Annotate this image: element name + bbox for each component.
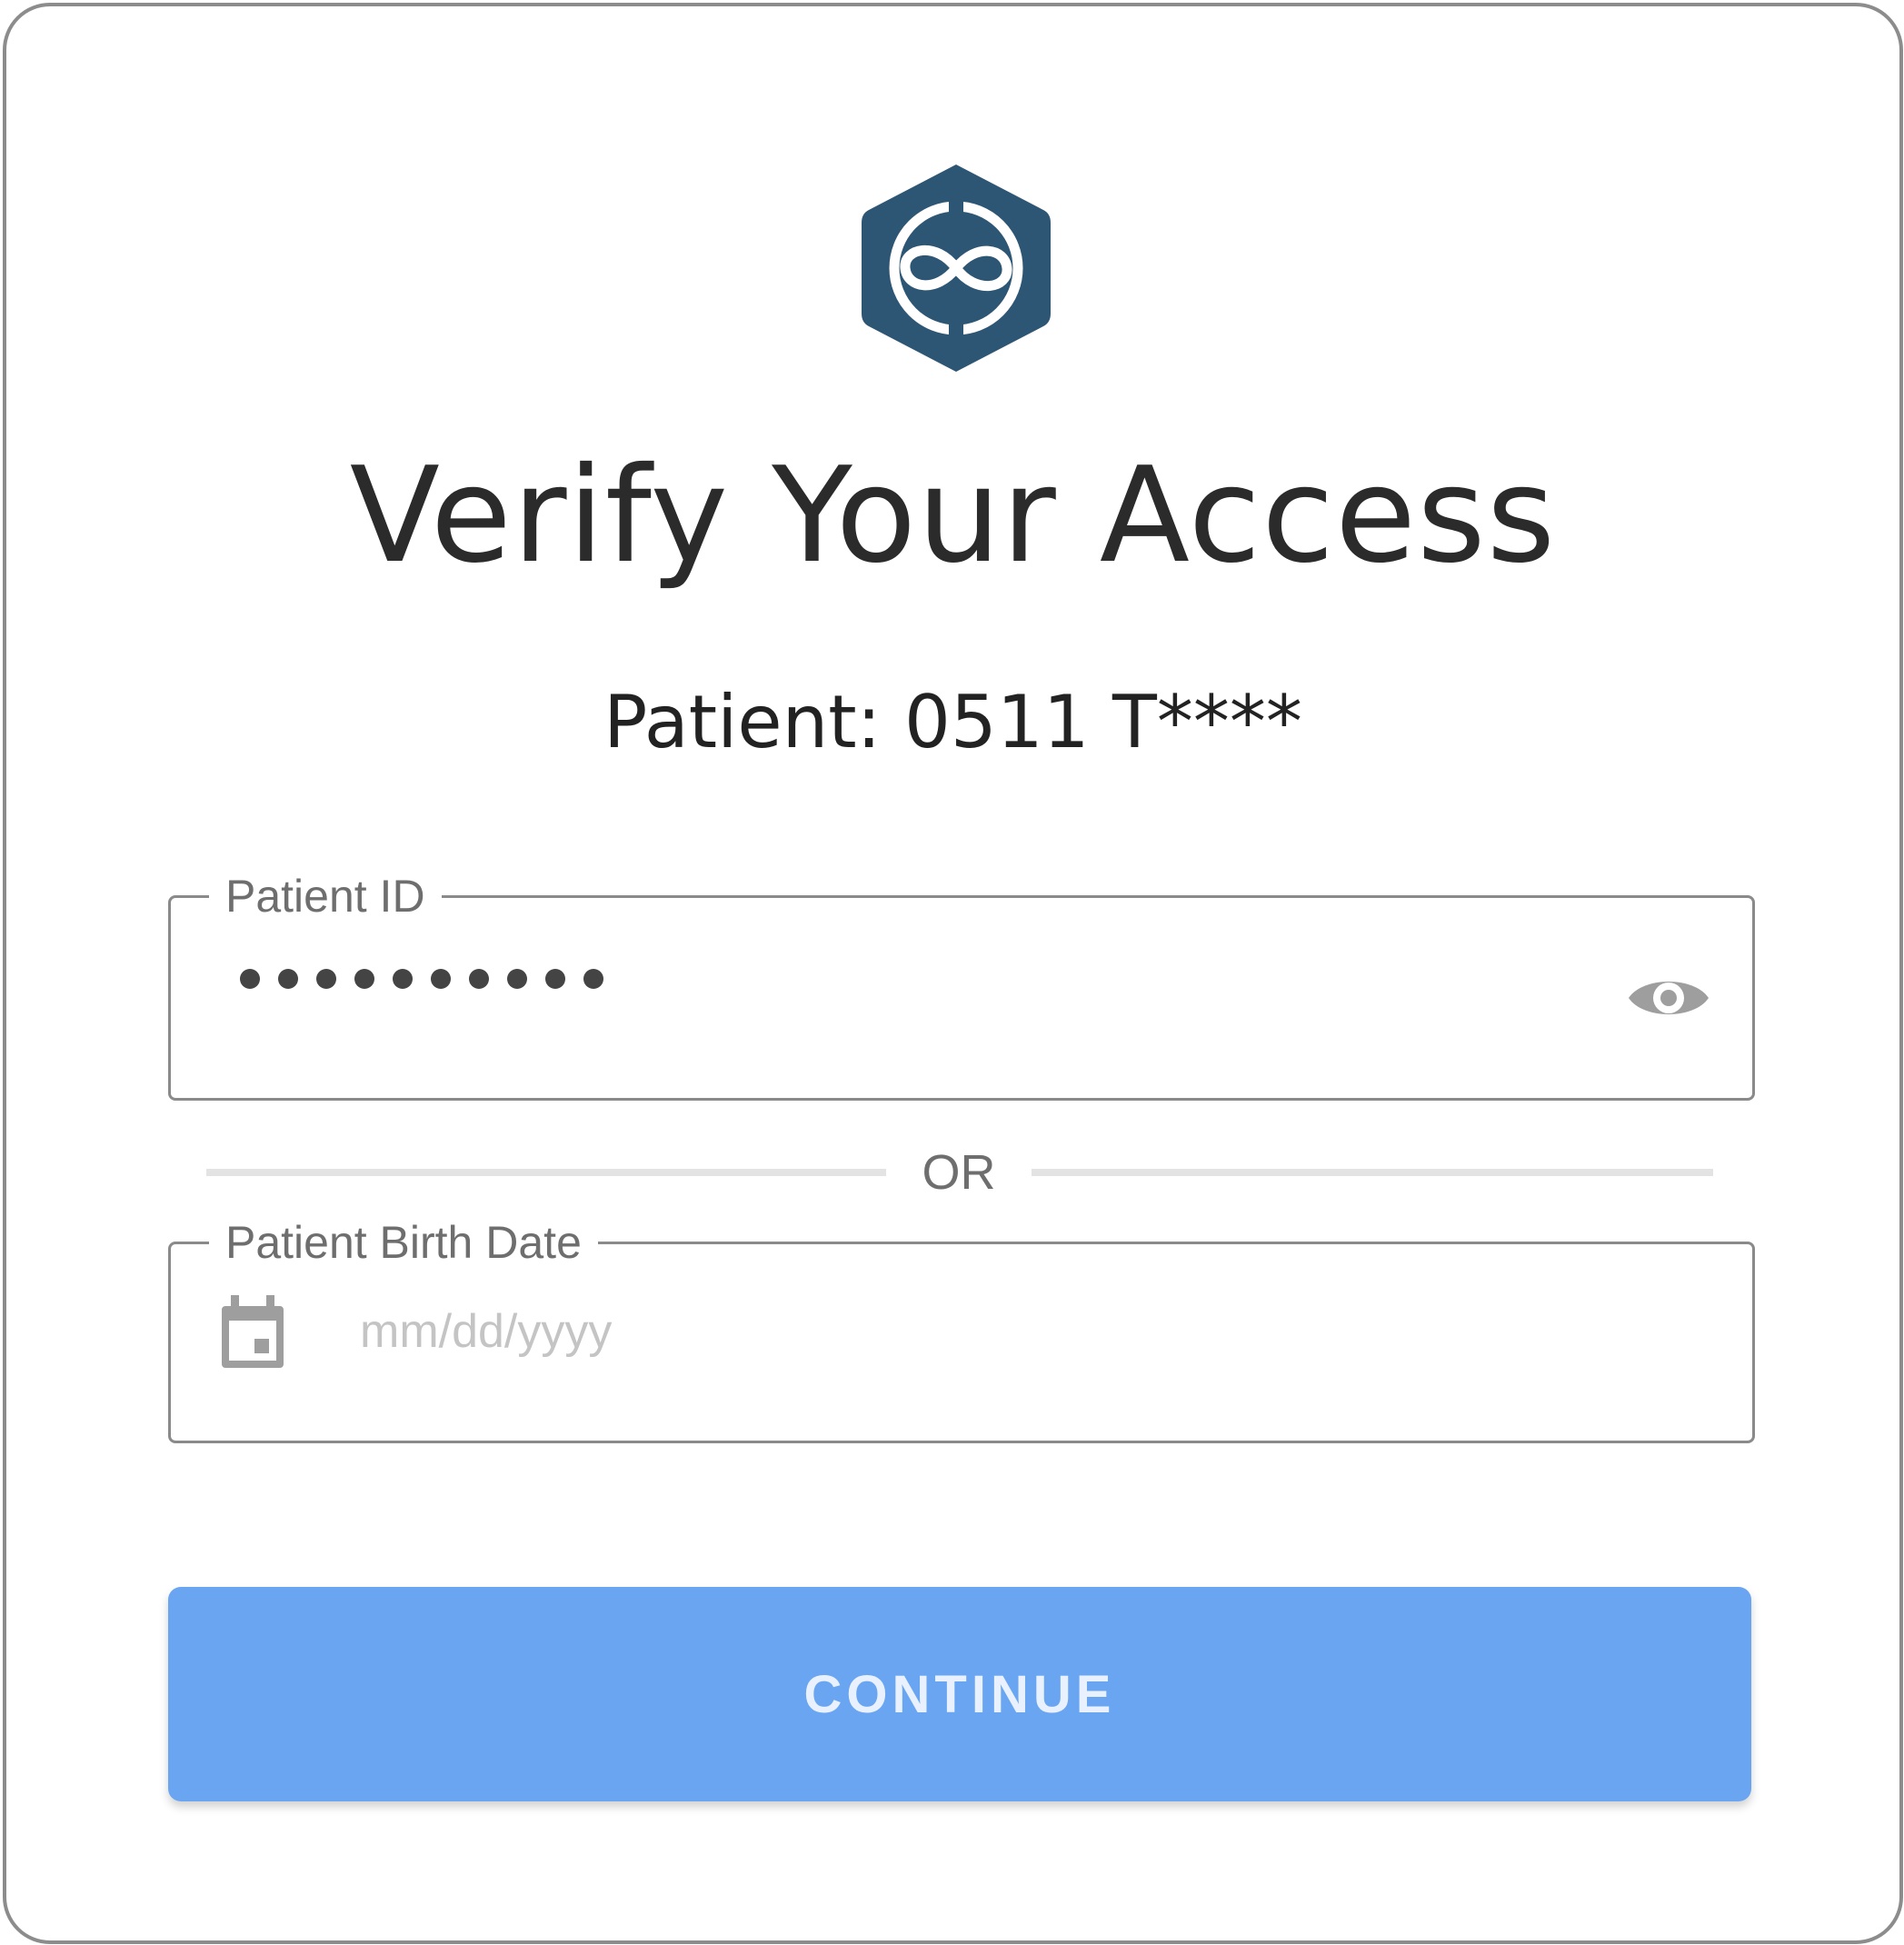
calendar-icon[interactable] (218, 1295, 287, 1371)
mask-dot (354, 969, 374, 989)
patient-id-masked-value[interactable] (240, 969, 603, 989)
mask-dot (545, 969, 565, 989)
patient-id-label: Patient ID (209, 867, 442, 925)
or-divider: OR (206, 1141, 1713, 1204)
mask-dot (240, 969, 260, 989)
mask-dot (278, 969, 298, 989)
birth-date-label: Patient Birth Date (209, 1213, 598, 1272)
mask-dot (393, 969, 413, 989)
or-text: OR (922, 1145, 996, 1200)
mask-dot (431, 969, 451, 989)
birth-date-input[interactable] (360, 1304, 1632, 1359)
patient-id-field[interactable]: Patient ID (168, 867, 1755, 1101)
mask-dot (469, 969, 489, 989)
mask-dot (316, 969, 336, 989)
eye-icon[interactable] (1625, 969, 1712, 1027)
birth-date-field[interactable]: Patient Birth Date (168, 1213, 1755, 1443)
verify-access-card: Verify Your Access Patient: 0511 T**** P… (3, 3, 1903, 1944)
infinity-hexagon-logo (862, 165, 1051, 372)
divider-line-right (1032, 1169, 1713, 1176)
patient-identifier: Patient: 0511 T**** (603, 680, 1302, 764)
page-title: Verify Your Access (349, 439, 1557, 593)
divider-line-left (206, 1169, 886, 1176)
mask-dot (507, 969, 527, 989)
mask-dot (583, 969, 603, 989)
continue-button[interactable]: CONTINUE (168, 1587, 1751, 1801)
